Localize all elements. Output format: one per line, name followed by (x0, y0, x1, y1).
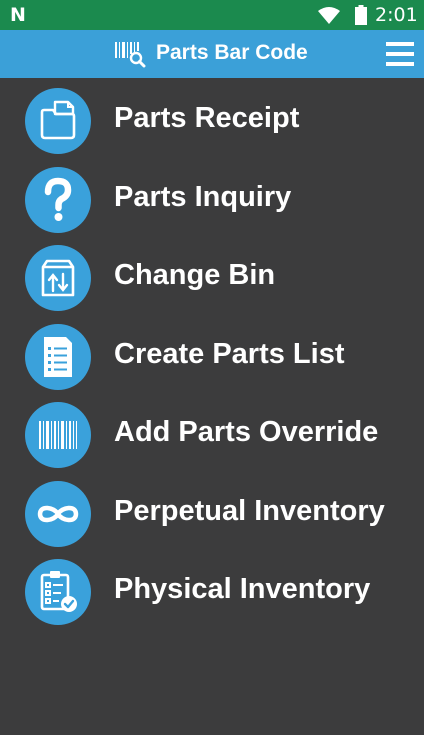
menu-item-parts-inquiry[interactable]: Parts Inquiry (0, 161, 424, 240)
status-bar: N 2:01 (0, 0, 424, 30)
folder-icon (25, 88, 91, 154)
checklist-document-icon (25, 323, 91, 390)
menu-item-label: Parts Receipt (114, 102, 300, 134)
menu-item-label: Add Parts Override (114, 416, 379, 448)
wifi-icon (318, 7, 340, 24)
clock: 2:01 (375, 4, 418, 26)
menu-item-physical-inventory[interactable]: Physical Inventory (0, 553, 424, 632)
menu-item-change-bin[interactable]: Change Bin (0, 239, 424, 318)
app-title: Parts Bar Code (156, 41, 308, 64)
barcode-icon (25, 402, 91, 468)
menu-item-label: Create Parts List (114, 337, 345, 370)
question-mark-icon (25, 166, 91, 233)
battery-icon (355, 5, 367, 25)
n-logo-icon: N (10, 4, 26, 26)
menu-item-label: Perpetual Inventory (114, 494, 385, 527)
clipboard-check-icon (25, 559, 91, 625)
menu-list: Parts Receipt Parts Inquiry Change Bin C… (0, 82, 424, 632)
barcode-search-icon (115, 42, 146, 68)
menu-item-add-parts-override[interactable]: Add Parts Override (0, 396, 424, 475)
hamburger-menu-icon[interactable] (386, 42, 414, 66)
app-bar: Parts Bar Code (0, 30, 424, 78)
infinity-icon (25, 480, 91, 547)
bin-arrows-icon (25, 245, 91, 311)
menu-item-perpetual-inventory[interactable]: Perpetual Inventory (0, 475, 424, 554)
menu-item-label: Parts Inquiry (114, 180, 292, 213)
menu-item-label: Physical Inventory (114, 573, 371, 605)
menu-item-parts-receipt[interactable]: Parts Receipt (0, 82, 424, 161)
menu-item-create-parts-list[interactable]: Create Parts List (0, 318, 424, 397)
menu-item-label: Change Bin (114, 259, 276, 291)
